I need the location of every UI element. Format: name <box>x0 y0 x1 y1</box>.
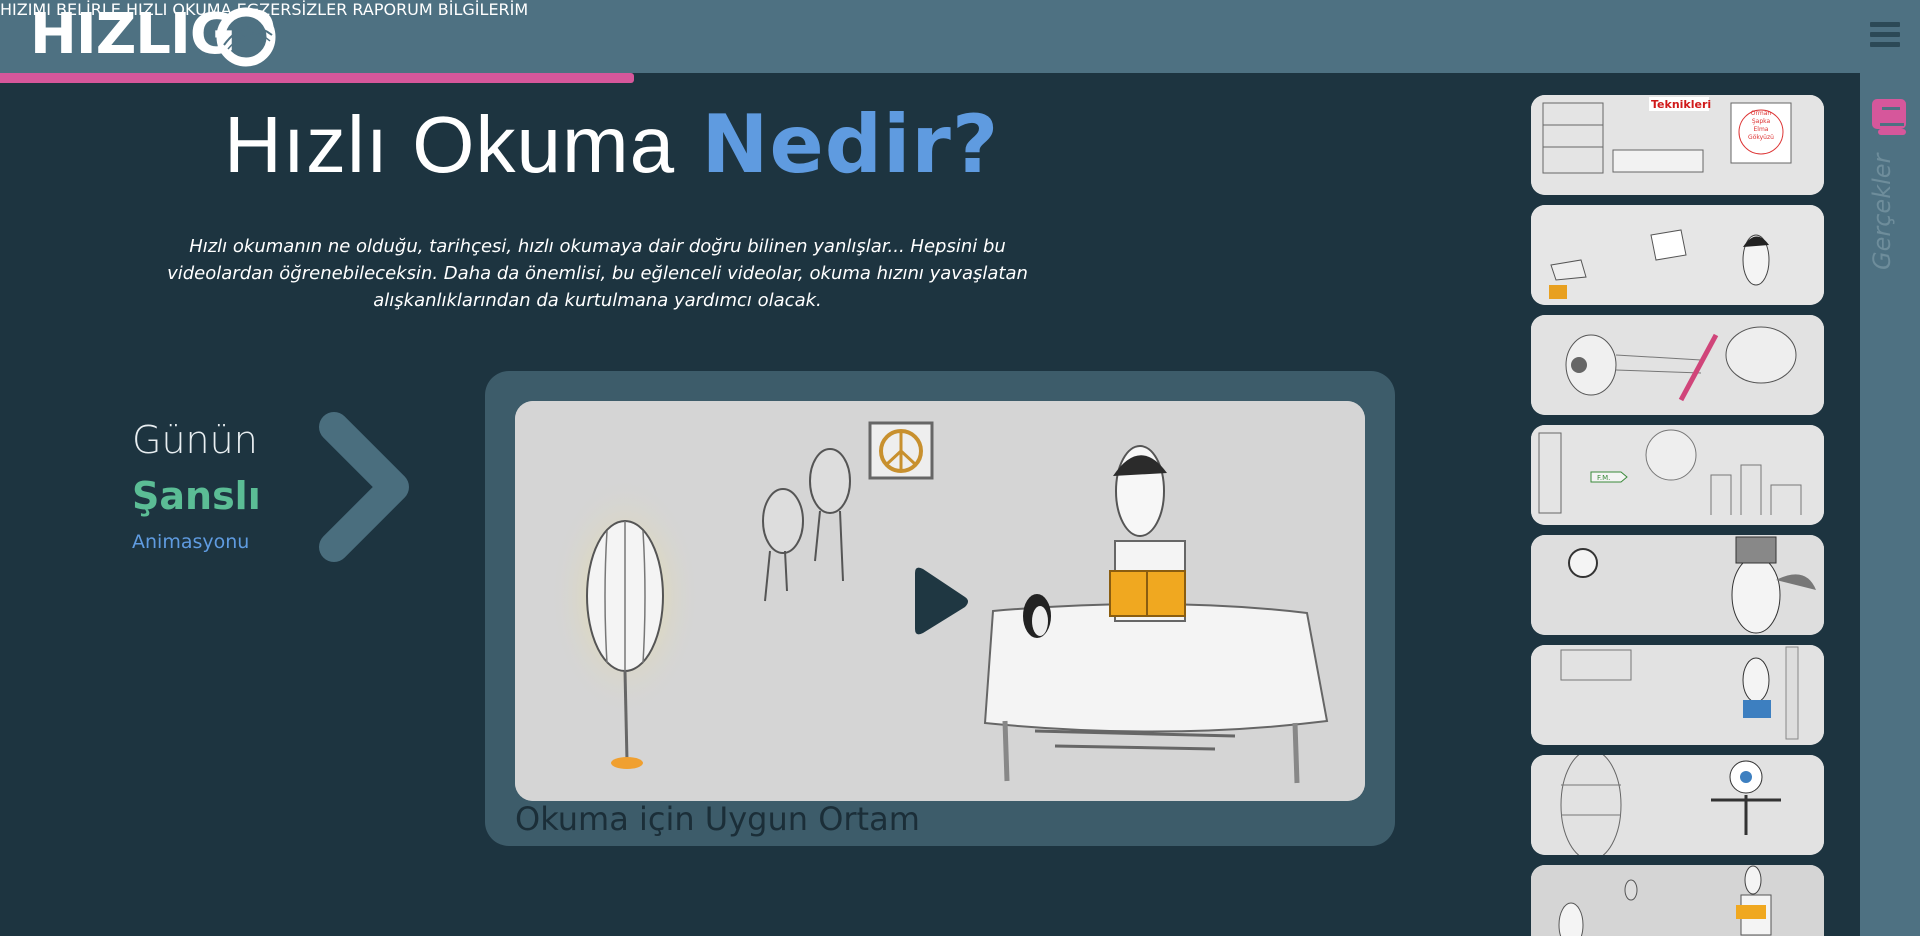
logo-text: HIZLIG <box>30 2 236 67</box>
featured-label-animasyonu: Animasyonu <box>132 531 250 553</box>
page-title-regular: Hızlı Okuma <box>224 100 676 189</box>
facts-rail-label: Gerçekler <box>1868 153 1896 270</box>
thumbnail-image <box>1531 865 1824 936</box>
book-icon <box>1872 99 1906 135</box>
nav-bilgilerim[interactable]: BİLGİLERİM <box>438 0 528 19</box>
thumbnail-image <box>1531 535 1824 635</box>
video-thumbnail[interactable] <box>1531 205 1824 305</box>
menu-icon[interactable] <box>1870 22 1900 48</box>
reading-progress-bar <box>0 73 634 83</box>
thumbnail-board-word: Elma <box>1754 126 1769 133</box>
video-thumbnail[interactable]: F.M. <box>1531 425 1824 525</box>
thumbnail-image: Teknikleri Orman Şapka Elma Gökyüzü <box>1531 95 1824 195</box>
video-player[interactable] <box>515 401 1365 801</box>
thumbnail-image <box>1531 315 1824 415</box>
video-caption: Okuma için Uygun Ortam <box>515 800 920 838</box>
video-thumbnail[interactable] <box>1531 645 1824 745</box>
thumbnail-board-word: Gökyüzü <box>1748 134 1774 141</box>
top-navbar: HIZLIG HIZIMI BELİRLE HIZLI OKUMA EGZERS… <box>0 0 1920 73</box>
nav-raporum[interactable]: RAPORUM <box>352 0 432 19</box>
thumbnail-board-word: Şapka <box>1752 118 1771 125</box>
featured-label-gunun: Günün <box>132 418 258 462</box>
video-thumbnail[interactable]: Teknikleri Orman Şapka Elma Gökyüzü <box>1531 95 1824 195</box>
featured-label-sansli: Şanslı <box>132 474 261 518</box>
thumbnail-image: F.M. <box>1531 425 1824 525</box>
video-frame <box>515 401 1365 801</box>
page-title-bold: Nedir? <box>701 98 1000 191</box>
thumbnail-sign: F.M. <box>1597 474 1610 482</box>
thumbnail-image <box>1531 645 1824 745</box>
chevron-right-icon <box>319 412 409 562</box>
thumbnail-sign: Teknikleri <box>1651 98 1711 111</box>
thumbnail-board-word: Orman <box>1751 110 1772 117</box>
page-description: Hızlı okumanın ne olduğu, tarihçesi, hız… <box>167 236 1028 311</box>
thumbnail-image <box>1531 755 1824 855</box>
video-thumbnail[interactable] <box>1531 865 1824 936</box>
logo-swirl-icon <box>216 7 276 67</box>
video-thumbnail[interactable] <box>1531 755 1824 855</box>
logo[interactable]: HIZLIG <box>30 2 236 68</box>
thumbnail-image <box>1531 205 1824 305</box>
page-title: Hızlı Okuma Nedir? <box>224 98 999 191</box>
video-thumbnail[interactable] <box>1531 535 1824 635</box>
video-thumbnail[interactable] <box>1531 315 1824 415</box>
